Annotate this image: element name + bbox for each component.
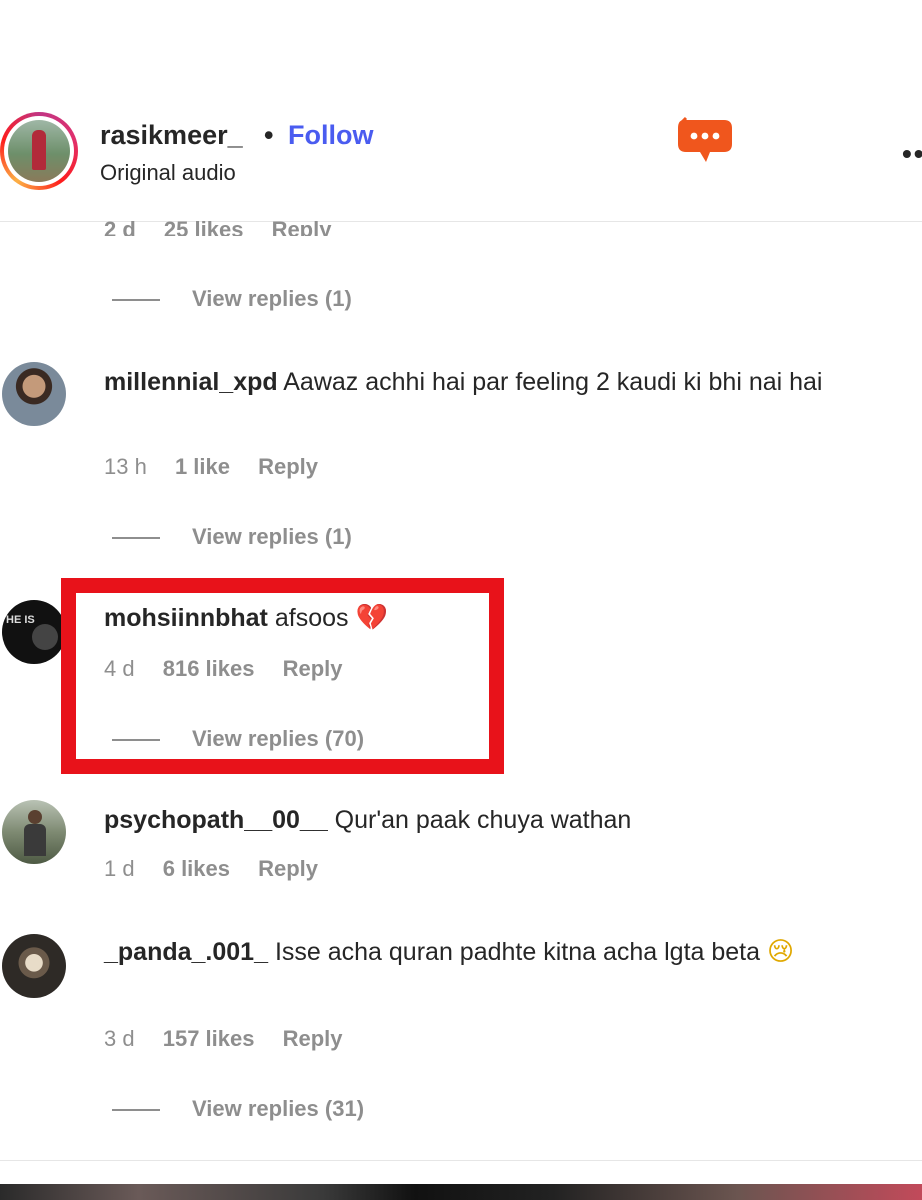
comment-likes[interactable]: 6 likes <box>163 856 230 881</box>
comment-meta: 3 d 157 likes Reply <box>104 1026 343 1052</box>
view-replies-button[interactable]: View replies (1) <box>112 286 352 312</box>
comment-body: psychopath__00__ Qur'an paak chuya watha… <box>104 802 894 838</box>
comment-likes[interactable]: 157 likes <box>163 1026 255 1051</box>
next-post-preview <box>0 1184 922 1200</box>
comment-time: 2 d <box>104 217 136 236</box>
comment-username[interactable]: _panda_.001_ <box>104 938 268 966</box>
comment-body: _panda_.001_ Isse acha quran padhte kitn… <box>104 934 894 970</box>
avatar-text: HE IS <box>6 614 35 626</box>
post-header: rasikmeer_ • Follow Original audio •• <box>0 108 922 222</box>
comment-avatar[interactable]: HE IS <box>2 600 66 664</box>
comment-meta: 13 h 1 like Reply <box>104 454 318 480</box>
comment-username[interactable]: psychopath__00__ <box>104 806 328 834</box>
author-username[interactable]: rasikmeer_ <box>100 120 243 151</box>
previous-comment-meta: 2 d 25 likes Reply <box>104 210 353 236</box>
comment-body: millennial_xpd Aawaz achhi hai par feeli… <box>104 364 894 400</box>
comment-username[interactable]: millennial_xpd <box>104 368 278 396</box>
comment-time: 13 h <box>104 454 147 479</box>
crying-face-emoji: 😢 <box>766 937 795 967</box>
reply-button[interactable]: Reply <box>258 454 318 479</box>
author-avatar[interactable] <box>0 112 78 190</box>
reply-button[interactable]: Reply <box>258 856 318 881</box>
comment-time: 1 d <box>104 856 135 881</box>
comment-time: 3 d <box>104 1026 135 1051</box>
comment-text: Isse acha quran padhte kitna acha lgta b… <box>274 938 761 966</box>
comment-text: Qur'an paak chuya wathan <box>334 806 632 834</box>
view-replies-label: View replies (1) <box>192 524 352 549</box>
view-replies-label: View replies (31) <box>192 1096 365 1121</box>
reply-button[interactable]: Reply <box>283 1026 343 1051</box>
bottom-divider <box>0 1160 922 1161</box>
speech-bubble-dots-icon <box>678 116 732 162</box>
view-replies-button[interactable]: View replies (1) <box>112 524 352 550</box>
more-options-icon[interactable]: •• <box>902 138 922 170</box>
comment-avatar[interactable] <box>2 362 66 426</box>
comment-meta: 1 d 6 likes Reply <box>104 856 318 882</box>
highlight-box <box>61 578 504 774</box>
view-replies-label: View replies (1) <box>192 286 352 311</box>
separator-dot: • <box>264 120 274 150</box>
comment-likes[interactable]: 1 like <box>175 454 230 479</box>
follow-button[interactable]: Follow <box>288 120 373 151</box>
reply-button[interactable]: Reply <box>272 217 332 236</box>
comment-text: Aawaz achhi hai par feeling 2 kaudi ki b… <box>283 368 823 396</box>
comment-avatar[interactable] <box>2 800 66 864</box>
comment-avatar[interactable] <box>2 934 66 998</box>
comment-likes[interactable]: 25 likes <box>164 217 244 236</box>
comments-screen: rasikmeer_ • Follow Original audio •• 2 … <box>0 0 922 1200</box>
view-replies-button[interactable]: View replies (31) <box>112 1096 364 1122</box>
original-audio-link[interactable]: Original audio <box>100 160 236 186</box>
